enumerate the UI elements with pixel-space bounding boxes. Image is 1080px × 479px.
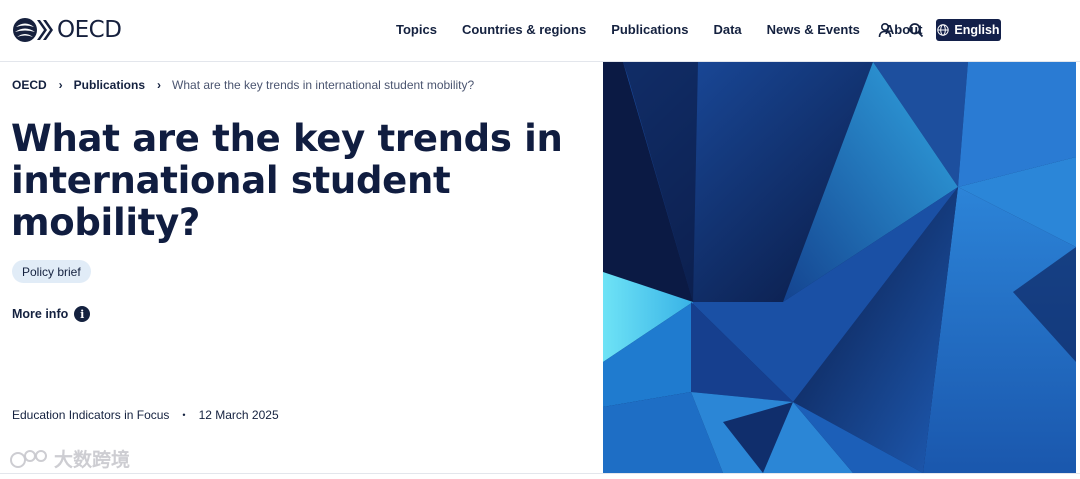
language-label: English	[954, 23, 1000, 37]
main-nav: Topics Countries & regions Publications …	[396, 22, 947, 37]
hero-image	[603, 62, 1076, 473]
watermark-logo-icon	[10, 449, 47, 468]
breadcrumb-home[interactable]: OECD	[12, 78, 47, 92]
breadcrumb: OECD › Publications › What are the key t…	[12, 78, 474, 92]
publication-type-badge: Policy brief	[12, 260, 91, 283]
info-icon: i	[74, 306, 91, 322]
breadcrumb-current: What are the key trends in international…	[172, 78, 475, 92]
nav-item-countries-regions[interactable]: Countries & regions	[462, 22, 586, 37]
breadcrumb-publications[interactable]: Publications	[74, 78, 145, 92]
series-link[interactable]: Education Indicators in Focus	[12, 408, 169, 422]
meta-separator: •	[182, 410, 186, 420]
oecd-logo[interactable]: OECD	[11, 14, 122, 46]
site-header: OECD Topics Countries & regions Publicat…	[0, 0, 1080, 62]
globe-icon	[937, 24, 950, 36]
hero-polygon-art	[603, 62, 1076, 473]
more-info-button[interactable]: More info i	[12, 306, 91, 322]
more-info-label: More info	[12, 307, 69, 321]
bottom-divider	[0, 473, 1080, 474]
publication-date: 12 March 2025	[198, 408, 279, 422]
chevron-right-icon: ›	[58, 78, 63, 92]
page-title: What are the key trends in international…	[11, 117, 563, 244]
nav-item-data[interactable]: Data	[713, 22, 741, 37]
publication-meta: Education Indicators in Focus • 12 March…	[12, 408, 279, 422]
watermark-text: 大数跨境	[54, 450, 131, 471]
nav-item-news-events[interactable]: News & Events	[767, 22, 860, 37]
watermark: 大数跨境	[10, 445, 130, 472]
logo-text: OECD	[57, 17, 122, 43]
chevron-right-icon: ›	[157, 78, 162, 92]
oecd-logo-icon	[13, 18, 53, 42]
nav-item-publications[interactable]: Publications	[611, 22, 688, 37]
user-icon[interactable]	[877, 22, 893, 38]
search-icon[interactable]	[908, 22, 924, 38]
nav-item-topics[interactable]: Topics	[396, 22, 437, 37]
language-button[interactable]: English	[936, 19, 1001, 41]
